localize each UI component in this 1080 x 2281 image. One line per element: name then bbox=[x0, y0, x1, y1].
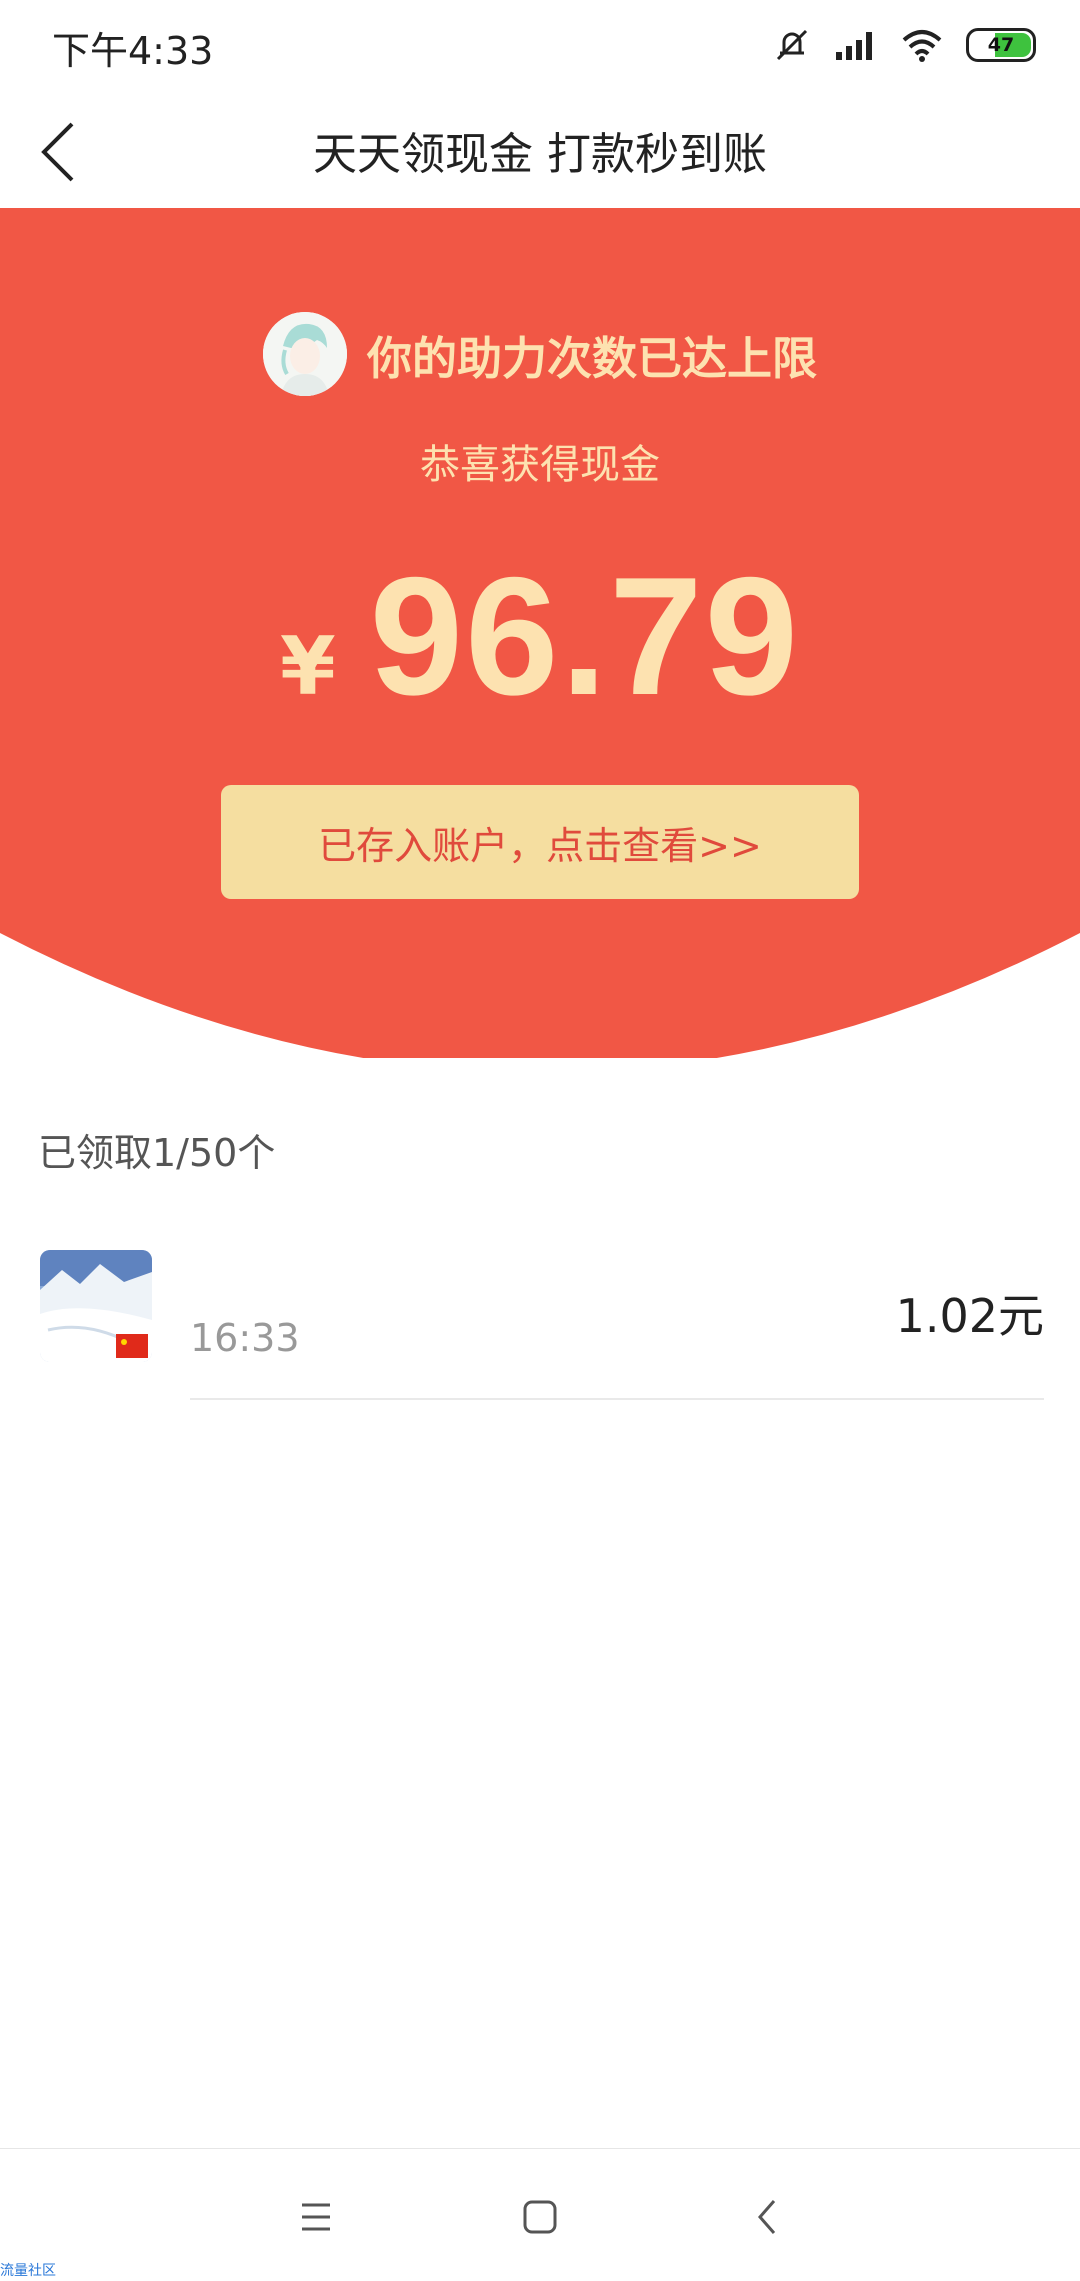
system-back-button[interactable] bbox=[744, 2193, 792, 2241]
record-amount: 1.02元 bbox=[895, 1289, 1044, 1343]
wifi-icon bbox=[902, 30, 942, 62]
status-icons: 47 bbox=[772, 22, 1036, 68]
battery-level: 47 bbox=[987, 34, 1015, 56]
signal-icon bbox=[836, 32, 872, 60]
system-nav-bar bbox=[0, 2148, 1080, 2281]
page-title: 天天领现金 打款秒到账 bbox=[313, 129, 767, 180]
received-count: 已领取1/50个 bbox=[38, 1131, 276, 1175]
currency-symbol: ¥ bbox=[279, 620, 336, 713]
divider bbox=[190, 1398, 1044, 1400]
menu-button[interactable] bbox=[292, 2193, 340, 2241]
headline: 你的助力次数已达上限 bbox=[0, 312, 1080, 396]
cash-amount: ¥ 96.79 bbox=[0, 540, 1080, 733]
list-item: 16:33 1.02元 bbox=[0, 1240, 1080, 1400]
record-time: 16:33 bbox=[190, 1316, 300, 1360]
home-icon bbox=[523, 2200, 557, 2234]
watermark: 流量社区 bbox=[0, 2263, 56, 2279]
back-icon bbox=[758, 2200, 776, 2234]
mute-icon bbox=[776, 29, 808, 61]
amount-value: 96.79 bbox=[369, 542, 801, 730]
battery-icon: 47 bbox=[966, 28, 1036, 62]
view-account-button[interactable]: 已存入账户，点击查看>> bbox=[221, 785, 859, 899]
avatar bbox=[40, 1250, 152, 1362]
home-button[interactable] bbox=[516, 2193, 564, 2241]
menu-icon bbox=[302, 2203, 330, 2231]
nav-bar: 天天领现金 打款秒到账 bbox=[0, 90, 1080, 209]
limit-reached-text: 你的助力次数已达上限 bbox=[366, 331, 817, 385]
status-time: 下午4:33 bbox=[52, 29, 214, 73]
status-bar: 下午4:33 47 bbox=[0, 0, 1080, 90]
congrats-text: 恭喜获得现金 bbox=[420, 442, 660, 488]
avatar bbox=[262, 312, 347, 396]
